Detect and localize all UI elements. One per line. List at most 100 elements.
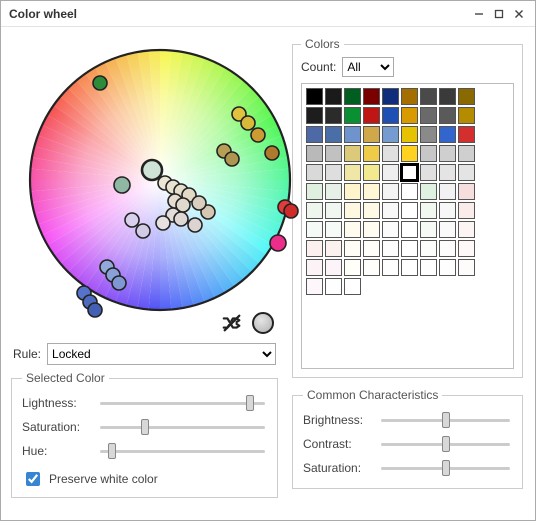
wheel-marker[interactable] — [241, 116, 255, 130]
color-swatch[interactable] — [363, 202, 380, 219]
color-swatch[interactable] — [306, 183, 323, 200]
wheel-marker[interactable] — [142, 160, 162, 180]
color-swatch[interactable] — [401, 259, 418, 276]
color-swatch[interactable] — [439, 164, 456, 181]
color-swatch[interactable] — [344, 202, 361, 219]
color-swatch[interactable] — [344, 278, 361, 295]
color-swatch[interactable] — [439, 107, 456, 124]
color-swatch[interactable] — [382, 202, 399, 219]
color-swatch[interactable] — [325, 202, 342, 219]
wheel-marker[interactable] — [125, 213, 139, 227]
color-swatch[interactable] — [382, 107, 399, 124]
color-swatch[interactable] — [306, 202, 323, 219]
color-swatch[interactable] — [458, 88, 475, 105]
color-swatch[interactable] — [439, 240, 456, 257]
color-swatch[interactable] — [458, 240, 475, 257]
color-swatch[interactable] — [325, 240, 342, 257]
preserve-white-row[interactable]: Preserve white color — [22, 469, 267, 489]
common-saturation-slider[interactable] — [381, 466, 510, 470]
preserve-white-checkbox[interactable] — [26, 472, 40, 486]
color-swatch[interactable] — [325, 107, 342, 124]
color-swatch[interactable] — [344, 107, 361, 124]
color-swatch[interactable] — [401, 126, 418, 143]
color-swatch[interactable] — [382, 240, 399, 257]
rule-select[interactable]: Locked — [47, 343, 276, 365]
color-swatch[interactable] — [344, 221, 361, 238]
color-swatch[interactable] — [344, 164, 361, 181]
color-swatch[interactable] — [420, 164, 437, 181]
color-swatch[interactable] — [325, 164, 342, 181]
color-swatch[interactable] — [363, 183, 380, 200]
wheel-marker[interactable] — [93, 76, 107, 90]
color-swatch[interactable] — [382, 221, 399, 238]
color-swatch[interactable] — [344, 126, 361, 143]
wheel-marker[interactable] — [174, 212, 188, 226]
color-swatch[interactable] — [458, 107, 475, 124]
color-swatch[interactable] — [458, 145, 475, 162]
color-swatch[interactable] — [420, 107, 437, 124]
color-swatch[interactable] — [420, 145, 437, 162]
color-swatch[interactable] — [344, 240, 361, 257]
color-swatch[interactable] — [401, 221, 418, 238]
count-select[interactable]: All — [342, 57, 394, 77]
contrast-slider[interactable] — [381, 442, 510, 446]
color-swatch[interactable] — [401, 202, 418, 219]
color-swatch[interactable] — [382, 164, 399, 181]
color-swatch[interactable] — [325, 221, 342, 238]
color-swatch[interactable] — [363, 164, 380, 181]
color-swatch[interactable] — [401, 240, 418, 257]
wheel-marker[interactable] — [156, 216, 170, 230]
color-swatch[interactable] — [458, 126, 475, 143]
lightness-slider[interactable] — [100, 401, 265, 405]
color-swatch[interactable] — [420, 202, 437, 219]
wheel-marker[interactable] — [188, 218, 202, 232]
color-swatch[interactable] — [306, 126, 323, 143]
color-swatch[interactable] — [363, 88, 380, 105]
color-swatch[interactable] — [401, 107, 418, 124]
saturation-slider[interactable] — [100, 425, 265, 429]
color-swatch[interactable] — [439, 126, 456, 143]
color-swatch[interactable] — [306, 145, 323, 162]
color-swatch[interactable] — [363, 240, 380, 257]
color-swatch[interactable] — [420, 126, 437, 143]
color-swatch[interactable] — [382, 145, 399, 162]
color-swatch[interactable] — [306, 278, 323, 295]
color-swatch[interactable] — [363, 259, 380, 276]
color-swatch[interactable] — [420, 221, 437, 238]
color-swatch[interactable] — [401, 164, 418, 181]
color-swatch[interactable] — [420, 240, 437, 257]
color-swatch[interactable] — [458, 164, 475, 181]
color-swatch[interactable] — [325, 259, 342, 276]
color-swatch[interactable] — [382, 183, 399, 200]
color-swatch[interactable] — [325, 183, 342, 200]
brightness-slider[interactable] — [381, 418, 510, 422]
maximize-button[interactable] — [489, 5, 509, 23]
color-swatch[interactable] — [363, 126, 380, 143]
close-button[interactable] — [509, 5, 529, 23]
color-swatch[interactable] — [306, 221, 323, 238]
color-swatch[interactable] — [306, 259, 323, 276]
color-swatch[interactable] — [401, 183, 418, 200]
color-swatch[interactable] — [439, 183, 456, 200]
color-swatch[interactable] — [363, 145, 380, 162]
color-swatch[interactable] — [420, 259, 437, 276]
color-swatch[interactable] — [458, 183, 475, 200]
color-swatch[interactable] — [439, 202, 456, 219]
wheel-marker[interactable] — [88, 303, 102, 317]
color-swatch[interactable] — [306, 88, 323, 105]
color-swatch[interactable] — [458, 221, 475, 238]
color-swatch[interactable] — [439, 88, 456, 105]
color-swatch[interactable] — [439, 259, 456, 276]
wheel-marker[interactable] — [114, 177, 130, 193]
wheel-marker[interactable] — [270, 235, 286, 251]
wheel-marker[interactable] — [225, 152, 239, 166]
color-swatch[interactable] — [344, 259, 361, 276]
color-swatch[interactable] — [382, 88, 399, 105]
color-swatch[interactable] — [306, 164, 323, 181]
wheel-marker[interactable] — [112, 276, 126, 290]
color-swatch[interactable] — [325, 88, 342, 105]
color-swatch[interactable] — [344, 183, 361, 200]
color-swatch[interactable] — [439, 145, 456, 162]
color-swatch[interactable] — [363, 221, 380, 238]
wheel-marker[interactable] — [284, 204, 298, 218]
